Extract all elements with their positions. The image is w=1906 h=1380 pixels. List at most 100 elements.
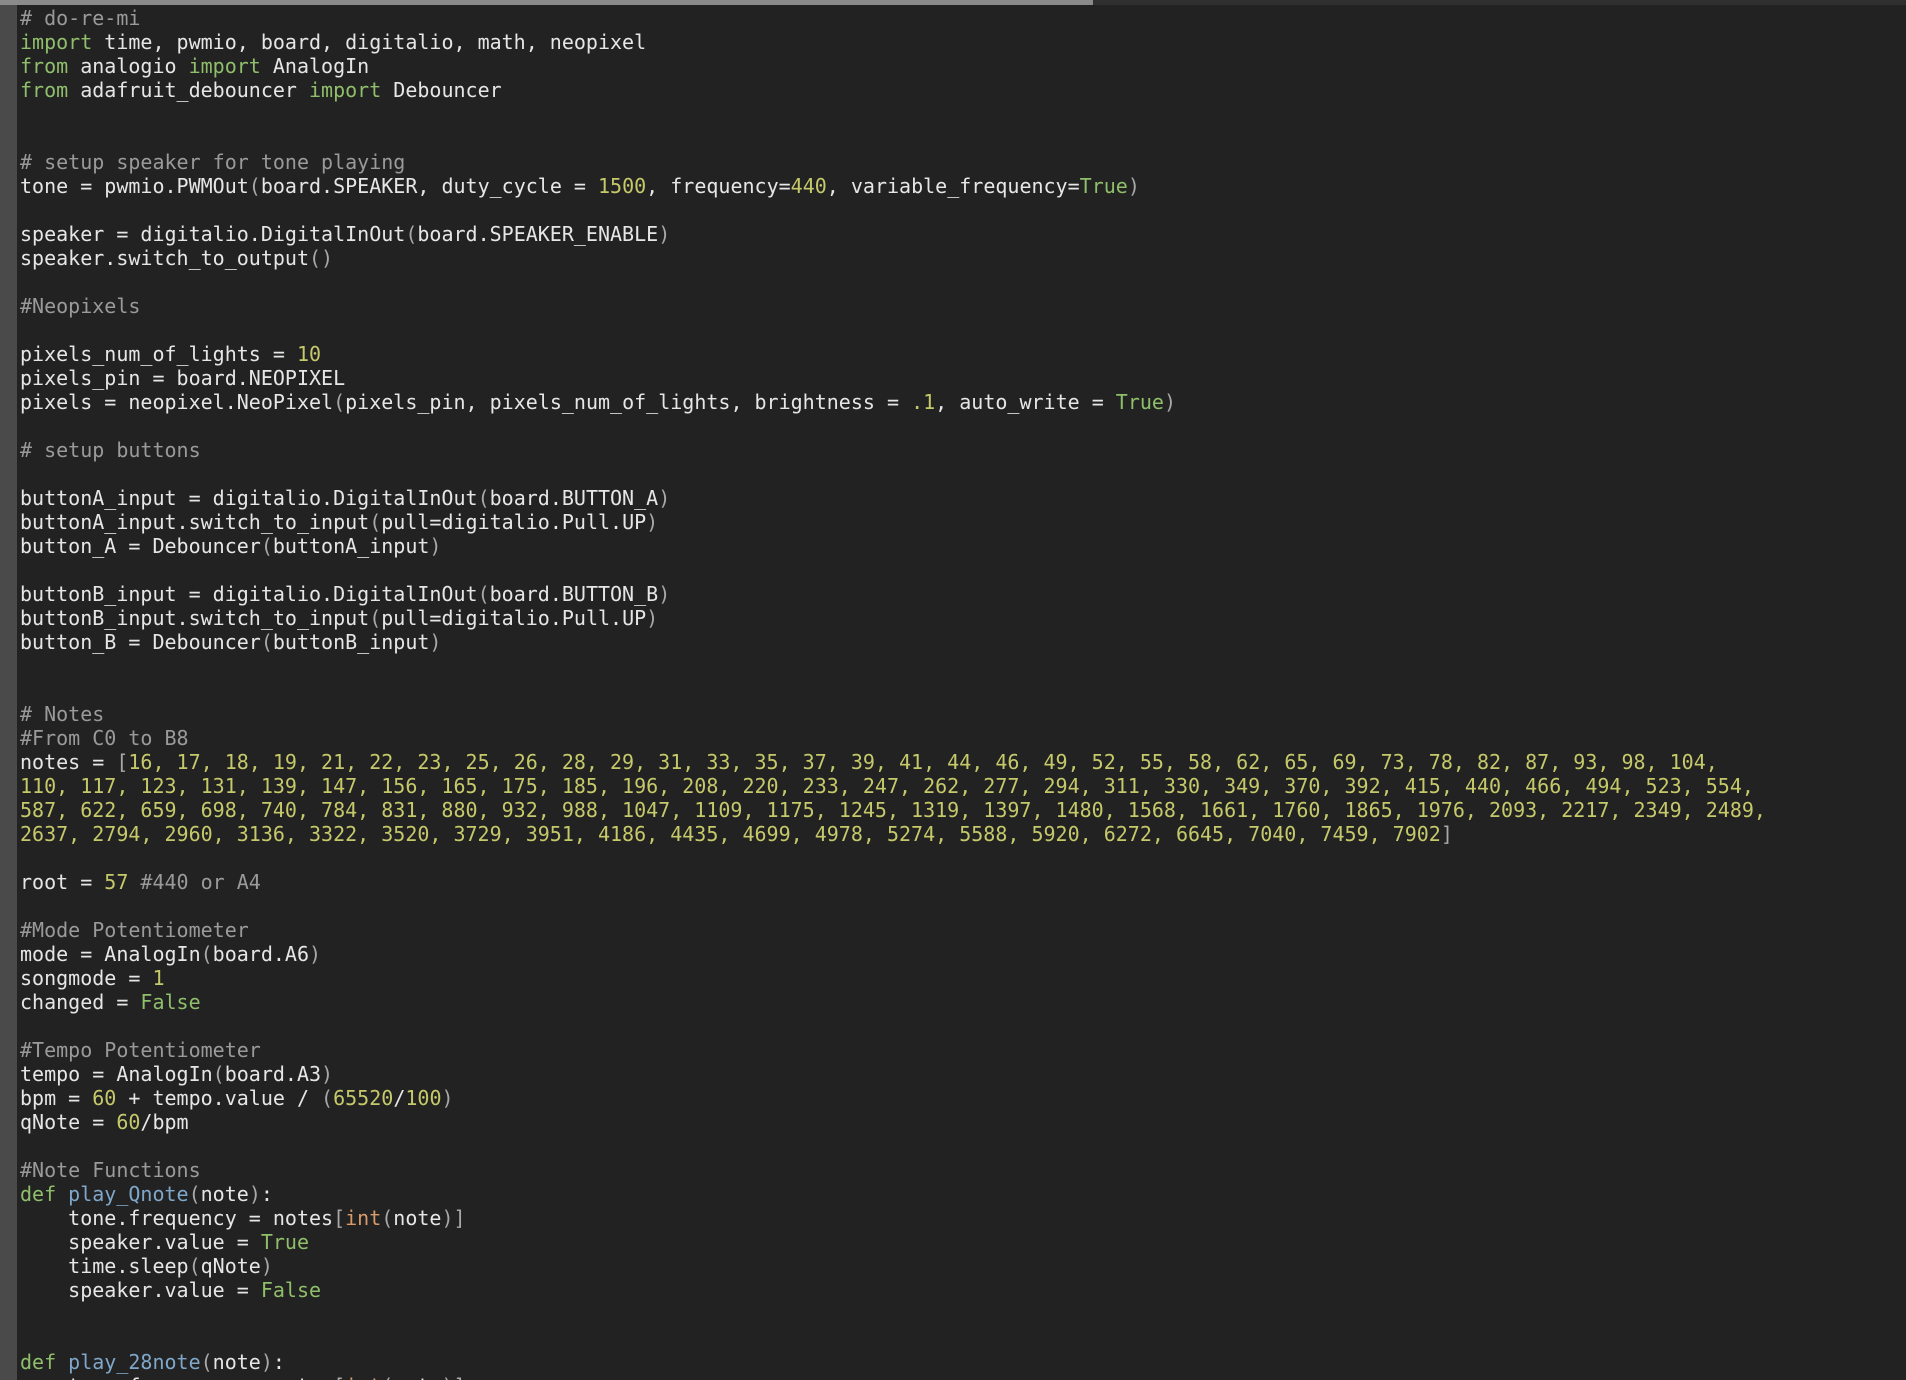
code-token-punct: )] xyxy=(441,1374,465,1380)
code-token-default: speaker = digitalio.DigitalInOut xyxy=(20,222,406,246)
code-token-punct: ( xyxy=(477,486,490,510)
code-token-comment: # setup buttons xyxy=(20,438,201,462)
code-token-keyword: def xyxy=(20,1350,57,1374)
code-line: tone.frequency = notes[int(note)] xyxy=(20,1374,1900,1380)
code-token-punct: ) xyxy=(429,630,442,654)
code-token-punct: ( xyxy=(188,1182,201,1206)
code-token-keyword: import xyxy=(20,30,93,54)
code-token-default: analogio xyxy=(68,54,189,78)
code-token-default: button_A = Debouncer xyxy=(20,534,261,558)
code-token-default: tone.frequency = notes xyxy=(20,1206,334,1230)
code-token-punct: ( xyxy=(369,606,382,630)
code-token-default: button_B = Debouncer xyxy=(20,630,261,654)
scrollbar-thumb[interactable] xyxy=(0,0,1093,5)
code-token-default: adafruit_debouncer xyxy=(68,78,309,102)
code-token-default: /bpm xyxy=(140,1110,189,1134)
horizontal-scrollbar[interactable] xyxy=(0,0,1906,5)
code-token-builtin: int xyxy=(345,1206,382,1230)
code-token-default: pull=digitalio.Pull.UP xyxy=(381,510,647,534)
code-line: buttonB_input.switch_to_input(pull=digit… xyxy=(20,606,1900,630)
code-token-default: / xyxy=(393,1086,406,1110)
code-line: pixels_num_of_lights = 10 xyxy=(20,342,1900,366)
code-token-default: buttonB_input xyxy=(272,630,430,654)
code-token-punct: ) xyxy=(1163,390,1176,414)
code-line: tone = pwmio.PWMOut(board.SPEAKER, duty_… xyxy=(20,174,1900,198)
code-line: # Notes xyxy=(20,702,1900,726)
code-token-default: board.A3 xyxy=(224,1062,322,1086)
code-token-default: board.SPEAKER_ENABLE xyxy=(417,222,659,246)
code-token-default: notes = xyxy=(20,750,117,774)
code-line: #Note Functions xyxy=(20,1158,1900,1182)
code-token-keyword: from xyxy=(20,78,69,102)
editor-gutter xyxy=(0,5,17,1380)
code-token-number: 57 xyxy=(104,870,129,894)
code-line: button_B = Debouncer(buttonB_input) xyxy=(20,630,1900,654)
code-token-punct: ) xyxy=(646,510,659,534)
code-token-default: + tempo.value / xyxy=(116,1086,322,1110)
code-token-comment: #Tempo Potentiometer xyxy=(20,1038,261,1062)
code-line: tempo = AnalogIn(board.A3) xyxy=(20,1062,1900,1086)
code-token-default: note xyxy=(393,1374,441,1380)
code-token-default: time.sleep xyxy=(20,1254,189,1278)
code-token-punct: ) xyxy=(260,1350,273,1374)
code-line: # do-re-mi xyxy=(20,6,1900,30)
code-token-default: buttonB_input.switch_to_input xyxy=(20,606,370,630)
code-token-punct: [ xyxy=(333,1374,345,1380)
code-token-punct: ) xyxy=(1127,174,1140,198)
code-token-default: : xyxy=(272,1350,285,1374)
code-token-punct: ( xyxy=(260,534,273,558)
code-token-comment: #From C0 to B8 xyxy=(20,726,189,750)
code-token-const: False xyxy=(260,1278,322,1302)
code-line: from analogio import AnalogIn xyxy=(20,54,1900,78)
code-token-punct: ) xyxy=(429,534,442,558)
code-token-keyword: import xyxy=(188,54,261,78)
code-view[interactable]: # do-re-mi import time, pwmio, board, dig… xyxy=(20,6,1900,1380)
code-token-default: board.BUTTON_B xyxy=(489,582,659,606)
code-line: speaker = digitalio.DigitalInOut(board.S… xyxy=(20,222,1900,246)
code-editor[interactable]: # do-re-mi import time, pwmio, board, dig… xyxy=(0,0,1906,1380)
code-line: #From C0 to B8 xyxy=(20,726,1900,750)
code-token-keyword: from xyxy=(20,54,69,78)
code-token-default: buttonA_input.switch_to_input xyxy=(20,510,370,534)
code-token-const: False xyxy=(140,990,201,1014)
code-line: import time, pwmio, board, digitalio, ma… xyxy=(20,30,1900,54)
code-line: tone.frequency = notes[int(note)] xyxy=(20,1206,1900,1230)
code-token-default xyxy=(56,1182,68,1206)
code-token-comment: #Neopixels xyxy=(20,294,141,318)
code-token-number: 16, 17, 18, 19, 21, 22, 23, 25, 26, 28, … xyxy=(128,750,1718,774)
code-line: #Mode Potentiometer xyxy=(20,918,1900,942)
code-line: def play_Qnote(note): xyxy=(20,1182,1900,1206)
code-token-default xyxy=(56,1350,68,1374)
code-token-number: 1500 xyxy=(597,174,647,198)
code-line: buttonA_input = digitalio.DigitalInOut(b… xyxy=(20,486,1900,510)
code-token-punct: ) xyxy=(658,582,671,606)
code-token-number: 100 xyxy=(405,1086,442,1110)
code-token-number: 110, 117, 123, 131, 139, 147, 156, 165, … xyxy=(20,774,1754,798)
code-line: qNote = 60/bpm xyxy=(20,1110,1900,1134)
code-token-default: songmode = xyxy=(20,966,153,990)
code-token-comment: #440 or A4 xyxy=(128,870,261,894)
code-token-default: buttonA_input = digitalio.DigitalInOut xyxy=(20,486,478,510)
code-token-number: 10 xyxy=(296,342,322,366)
code-token-builtin: int xyxy=(345,1374,381,1380)
code-token-number: 440 xyxy=(790,174,827,198)
code-line: #Tempo Potentiometer xyxy=(20,1038,1900,1062)
code-line: pixels = neopixel.NeoPixel(pixels_pin, p… xyxy=(20,390,1900,414)
code-line: speaker.value = False xyxy=(20,1278,1900,1302)
code-line: speaker.value = True xyxy=(20,1230,1900,1254)
code-token-default: qNote = xyxy=(20,1110,117,1134)
code-token-default: Debouncer xyxy=(381,78,502,102)
code-token-punct: [ xyxy=(116,750,129,774)
code-token-punct: ( xyxy=(321,1086,334,1110)
code-token-keyword: def xyxy=(20,1182,57,1206)
code-line: songmode = 1 xyxy=(20,966,1900,990)
code-token-comment: # Notes xyxy=(20,702,105,726)
code-token-default: note xyxy=(393,1206,442,1230)
code-token-punct: () xyxy=(308,246,334,270)
code-token-const: True xyxy=(260,1230,309,1254)
